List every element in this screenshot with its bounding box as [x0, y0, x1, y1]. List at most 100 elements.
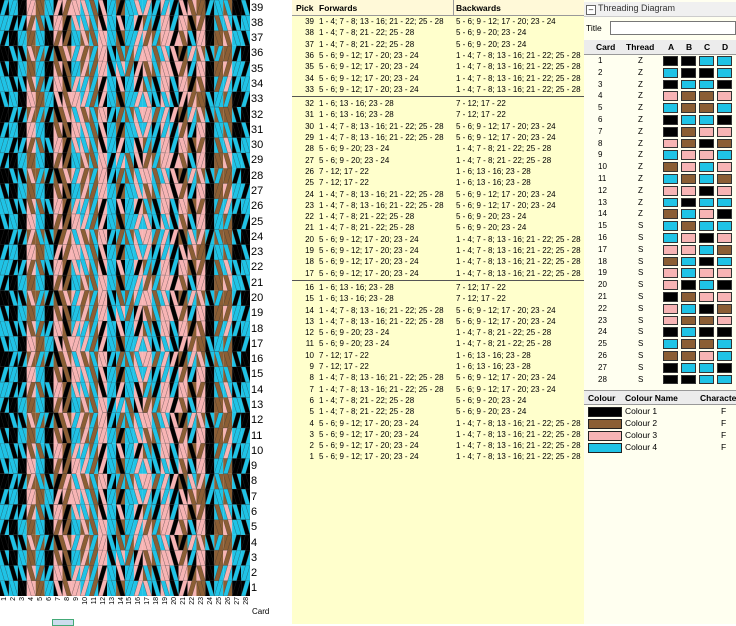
pick-row[interactable]: 34 5 - 6; 9 - 12; 17 - 20; 23 - 24 1 - 4; … — [292, 73, 584, 84]
hole-d-colour[interactable] — [717, 256, 732, 267]
pick-row[interactable]: 1 5 - 6; 9 - 12; 17 - 20; 23 - 24 1 - 4; 7… — [292, 451, 584, 462]
pick-row[interactable]: 14 1 - 4; 7 - 8; 13 - 16; 21 - 22; 25 - 2… — [292, 305, 584, 316]
header-card[interactable]: Card — [596, 42, 615, 52]
pick-row[interactable]: 19 5 - 6; 9 - 12; 17 - 20; 23 - 24 1 - 4; … — [292, 245, 584, 256]
pick-row[interactable]: 13 1 - 4; 7 - 8; 13 - 16; 21 - 22; 25 - 2… — [292, 316, 584, 327]
thread-direction[interactable]: Z — [638, 209, 643, 218]
hole-c-colour[interactable] — [699, 339, 714, 349]
weave-drawdown[interactable] — [0, 0, 250, 596]
hole-c-colour[interactable] — [699, 185, 714, 196]
hole-c-colour[interactable] — [699, 79, 714, 90]
colour-row[interactable]: Colour 4 F — [584, 441, 736, 453]
hole-c-colour[interactable] — [699, 56, 714, 66]
hole-b-colour[interactable] — [681, 56, 696, 66]
hole-d-colour[interactable] — [717, 173, 732, 184]
colour-swatch[interactable] — [588, 431, 622, 441]
thread-direction[interactable]: S — [638, 339, 643, 348]
pick-row[interactable]: 16 1 - 6; 13 - 16; 23 - 28 7 - 12; 17 - 22 — [292, 282, 584, 293]
hole-c-colour[interactable] — [699, 173, 714, 184]
pick-row[interactable]: 27 5 - 6; 9 - 20; 23 - 24 1 - 4; 7 - 8; 21… — [292, 155, 584, 166]
hole-b-colour[interactable] — [681, 67, 696, 78]
card-row[interactable]: 10 Z — [584, 161, 736, 173]
hole-b-colour[interactable] — [681, 339, 696, 349]
pick-row[interactable]: 31 1 - 6; 13 - 16; 23 - 28 7 - 12; 17 - 22 — [292, 109, 584, 120]
hole-b-colour[interactable] — [681, 256, 696, 267]
header-hole-c[interactable]: C — [704, 42, 710, 52]
pick-row[interactable]: 35 5 - 6; 9 - 12; 17 - 20; 23 - 24 1 - 4; … — [292, 61, 584, 72]
card-row[interactable]: 1Z — [584, 55, 736, 67]
pick-row[interactable]: 11 5 - 6; 9 - 20; 23 - 24 1 - 4; 7 - 8; 21… — [292, 338, 584, 349]
pick-row[interactable]: 8 1 - 4; 7 - 8; 13 - 16; 21 - 22; 25 - 28… — [292, 372, 584, 383]
thread-direction[interactable]: Z — [638, 162, 643, 171]
pick-row[interactable]: 25 7 - 12; 17 - 22 1 - 6; 13 - 16; 23 - 28 — [292, 177, 584, 188]
hole-a-colour[interactable] — [663, 103, 678, 113]
hole-c-colour[interactable] — [699, 291, 714, 302]
thread-direction[interactable]: Z — [638, 127, 643, 136]
hole-d-colour[interactable] — [717, 327, 732, 338]
hole-a-colour[interactable] — [663, 209, 678, 220]
hole-a-colour[interactable] — [663, 91, 678, 102]
thread-direction[interactable]: S — [638, 221, 643, 230]
pick-row[interactable]: 29 1 - 4; 7 - 8; 13 - 16; 21 - 22; 25 - 2… — [292, 132, 584, 143]
hole-b-colour[interactable] — [681, 327, 696, 338]
hole-b-colour[interactable] — [681, 315, 696, 326]
header-thread[interactable]: Thread — [626, 42, 654, 52]
card-row[interactable]: 22 S — [584, 303, 736, 315]
card-row[interactable]: 20 S — [584, 279, 736, 291]
card-row[interactable]: 12 Z — [584, 185, 736, 197]
pick-row[interactable]: 24 1 - 4; 7 - 8; 13 - 16; 21 - 22; 25 - 2… — [292, 189, 584, 200]
thread-direction[interactable]: S — [638, 245, 643, 254]
hole-d-colour[interactable] — [717, 138, 732, 149]
pick-row[interactable]: 7 1 - 4; 7 - 8; 13 - 16; 21 - 22; 25 - 28… — [292, 384, 584, 395]
header-forwards[interactable]: Forwards — [319, 3, 357, 13]
card-row[interactable]: 2Z — [584, 67, 736, 79]
card-row[interactable]: 18 S — [584, 256, 736, 268]
pick-row[interactable]: 39 1 - 4; 7 - 8; 13 - 16; 21 - 22; 25 - 2… — [292, 16, 584, 27]
pick-row[interactable]: 5 1 - 4; 7 - 8; 21 - 22; 25 - 28 5 - 6; 9 … — [292, 406, 584, 417]
hole-b-colour[interactable] — [681, 303, 696, 314]
hole-d-colour[interactable] — [717, 268, 732, 279]
hole-b-colour[interactable] — [681, 138, 696, 149]
card-row[interactable]: 3Z — [584, 79, 736, 91]
card-row[interactable]: 16 S — [584, 232, 736, 244]
hole-b-colour[interactable] — [681, 103, 696, 113]
hole-d-colour[interactable] — [717, 185, 732, 196]
colour-swatch[interactable] — [588, 443, 622, 453]
hole-a-colour[interactable] — [663, 162, 678, 172]
hole-a-colour[interactable] — [663, 185, 678, 196]
hole-c-colour[interactable] — [699, 91, 714, 102]
hole-d-colour[interactable] — [717, 374, 732, 385]
hole-d-colour[interactable] — [717, 221, 732, 231]
thread-direction[interactable]: S — [638, 257, 643, 266]
hole-d-colour[interactable] — [717, 291, 732, 302]
hole-b-colour[interactable] — [681, 232, 696, 243]
pick-row[interactable]: 3 5 - 6; 9 - 12; 17 - 20; 23 - 24 1 - 4; 7… — [292, 429, 584, 440]
hole-c-colour[interactable] — [699, 268, 714, 279]
hole-a-colour[interactable] — [663, 339, 678, 349]
card-row[interactable]: 25 S — [584, 338, 736, 350]
hole-b-colour[interactable] — [681, 79, 696, 90]
hole-a-colour[interactable] — [663, 350, 678, 361]
header-colour-name[interactable]: Colour Name — [625, 393, 678, 403]
colour-row[interactable]: Colour 1 F — [584, 405, 736, 417]
card-row[interactable]: 19 S — [584, 267, 736, 279]
hole-d-colour[interactable] — [717, 232, 732, 243]
pick-row[interactable]: 9 7 - 12; 17 - 22 1 - 6; 13 - 16; 23 - 28 — [292, 361, 584, 372]
card-row[interactable]: 27 S — [584, 362, 736, 374]
thread-direction[interactable]: Z — [638, 198, 643, 207]
card-row[interactable]: 24 S — [584, 326, 736, 338]
threading-window-titlebar[interactable]: – Threading Diagram — [584, 2, 736, 17]
pick-row[interactable]: 28 5 - 6; 9 - 20; 23 - 24 1 - 4; 7 - 8; 21… — [292, 143, 584, 154]
hole-b-colour[interactable] — [681, 268, 696, 279]
pick-row[interactable]: 37 1 - 4; 7 - 8; 21 - 22; 25 - 28 5 - 6; 9… — [292, 39, 584, 50]
pick-row[interactable]: 10 7 - 12; 17 - 22 1 - 6; 13 - 16; 23 - 28 — [292, 350, 584, 361]
hole-a-colour[interactable] — [663, 79, 678, 90]
hole-a-colour[interactable] — [663, 138, 678, 149]
hole-d-colour[interactable] — [717, 79, 732, 90]
thread-direction[interactable]: S — [638, 363, 643, 372]
hole-d-colour[interactable] — [717, 150, 732, 161]
hole-a-colour[interactable] — [663, 173, 678, 184]
hole-d-colour[interactable] — [717, 339, 732, 349]
hole-d-colour[interactable] — [717, 209, 732, 220]
hole-c-colour[interactable] — [699, 232, 714, 243]
